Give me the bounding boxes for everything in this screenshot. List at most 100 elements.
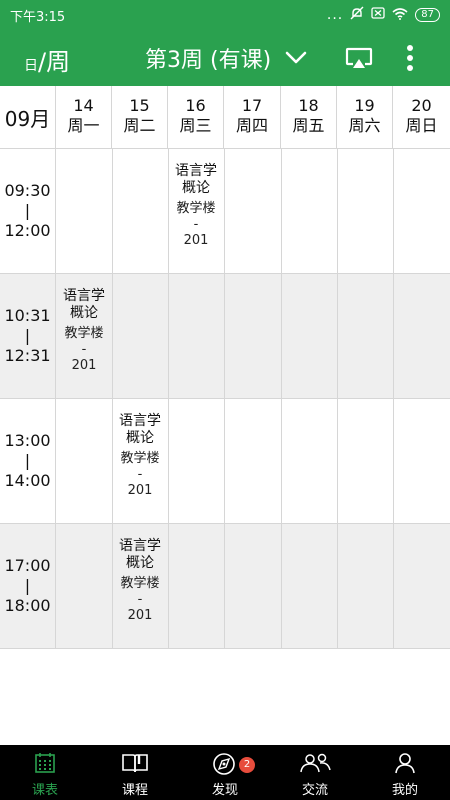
column-divider [393,524,394,648]
column-divider [393,274,394,398]
week-title[interactable]: 第3周 (有课) [145,42,271,74]
time-separator: | [24,451,31,470]
day-date: 17 [241,96,263,115]
person-icon [393,751,417,775]
course-room-separator: - [137,467,143,482]
day-date: 15 [129,96,150,115]
time-end: 18:00 [4,596,51,615]
column-divider [224,149,225,273]
column-divider [112,149,113,273]
time-slot: 09:30 | 12:00 [0,149,56,273]
course-name: 语言学概论 [175,163,217,196]
time-separator: | [24,326,31,345]
course-room: 201 [183,233,209,248]
nav-discover[interactable]: 2 发现 [180,745,270,800]
column-divider [168,524,169,648]
notification-badge: 2 [239,757,255,773]
course-building: 教学楼 [120,451,160,466]
alarm-off-icon [350,6,364,24]
course-room: 201 [71,358,97,373]
more-menu-icon[interactable] [398,44,422,72]
nav-label: 课表 [31,783,58,798]
sim-icon [371,7,385,23]
day-date: 14 [73,96,94,115]
course-block[interactable]: 语言学概论 教学楼 - 201 [168,163,224,249]
column-divider [281,274,282,398]
nav-label: 交流 [301,783,328,798]
time-end: 12:00 [4,221,51,240]
column-divider [337,274,338,398]
day-date: 19 [354,96,375,115]
day-date: 18 [298,96,319,115]
time-separator: | [24,576,31,595]
course-name: 语言学概论 [119,538,161,571]
battery-indicator: 87 [415,8,440,22]
time-start: 10:31 [4,306,51,325]
course-name: 语言学概论 [119,413,161,446]
time-row: 13:00 | 14:00 语言学概论 教学楼 - 201 [0,399,450,524]
time-slot: 13:00 | 14:00 [0,399,56,523]
day-weekday: 周一 [67,116,100,135]
day-weekday: 周六 [348,116,381,135]
week-view-label: /周 [38,48,71,76]
column-divider [224,274,225,398]
nav-courses[interactable]: 课程 [90,745,180,800]
day-header-mon[interactable]: 14 周一 [56,86,112,148]
date-header-row: 09月 14 周一 15 周二 16 周三 17 周四 18 周五 19 周六 … [0,86,450,149]
time-start: 09:30 [4,181,51,200]
course-building: 教学楼 [176,201,216,216]
column-divider [224,524,225,648]
time-row: 09:30 | 12:00 语言学概论 教学楼 - 201 [0,149,450,274]
day-view-label: 日 [24,58,38,74]
day-header-fri[interactable]: 18 周五 [281,86,337,148]
column-divider [337,149,338,273]
course-room-separator: - [193,217,199,232]
day-header-thu[interactable]: 17 周四 [224,86,281,148]
day-weekday: 周五 [292,116,325,135]
column-divider [337,524,338,648]
screen-cast-icon[interactable] [344,44,374,72]
day-date: 20 [411,96,432,115]
chevron-down-icon[interactable] [283,44,309,72]
course-block[interactable]: 语言学概论 教学楼 - 201 [112,538,168,624]
course-room-separator: - [137,592,143,607]
day-weekday: 周日 [405,116,438,135]
course-name: 语言学概论 [63,288,105,321]
app-root: 下午3:15 ... 87 日 /周 第3周 (有课) 09月 14 周一 15… [0,0,450,800]
compass-icon [212,751,238,775]
column-divider [224,399,225,523]
more-notifications-icon: ... [326,7,344,23]
course-building: 教学楼 [120,576,160,591]
column-divider [281,149,282,273]
time-separator: | [24,201,31,220]
nav-community[interactable]: 交流 [270,745,360,800]
column-divider [393,399,394,523]
time-start: 13:00 [4,431,51,450]
column-divider [337,399,338,523]
nav-timetable[interactable]: 课表 [0,745,90,800]
day-header-sun[interactable]: 20 周日 [393,86,450,148]
course-block[interactable]: 语言学概论 教学楼 - 201 [56,288,112,374]
day-weekday: 周四 [235,116,268,135]
course-room: 201 [127,608,153,623]
time-slot: 17:00 | 18:00 [0,524,56,648]
status-time: 下午3:15 [10,9,66,25]
timetable-grid: 09:30 | 12:00 语言学概论 教学楼 - 201 10:31 | 12… [0,149,450,649]
bottom-nav: 课表 课程 2 发现 交流 我的 [0,745,450,800]
course-block[interactable]: 语言学概论 教学楼 - 201 [112,413,168,499]
time-end: 14:00 [4,471,51,490]
day-header-tue[interactable]: 15 周二 [112,86,168,148]
column-divider [281,399,282,523]
nav-profile[interactable]: 我的 [360,745,450,800]
status-bar: 下午3:15 ... 87 [0,0,450,30]
day-week-toggle[interactable]: 日 /周 [24,42,70,77]
app-header: 日 /周 第3周 (有课) [0,30,450,86]
course-room-separator: - [81,342,87,357]
column-divider [112,274,113,398]
day-header-sat[interactable]: 19 周六 [337,86,393,148]
time-slot: 10:31 | 12:31 [0,274,56,398]
course-room: 201 [127,483,153,498]
book-icon [121,751,149,775]
day-header-wed[interactable]: 16 周三 [168,86,224,148]
calendar-grid-icon [34,751,56,775]
